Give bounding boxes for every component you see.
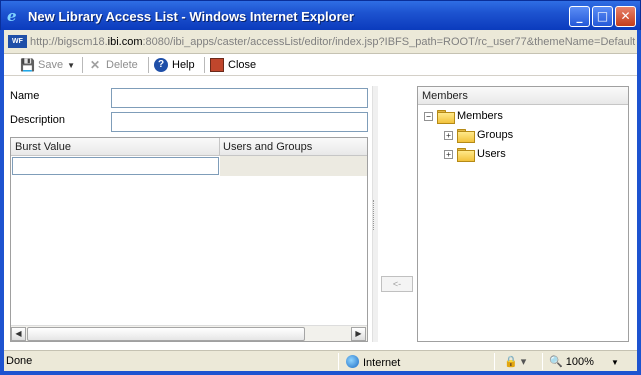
delete-label: Delete	[106, 59, 138, 71]
zoom-magnifier-icon: 🔍	[549, 356, 563, 368]
window-frame-left	[0, 30, 4, 375]
zone-indicator[interactable]: Internet	[346, 355, 400, 369]
toolbar-divider	[148, 57, 149, 73]
move-to-list-button[interactable]: <-	[381, 276, 413, 292]
burst-value-cell[interactable]	[12, 157, 219, 175]
table-row	[11, 156, 367, 176]
url-domain: ibi.com	[107, 36, 143, 48]
delete-x-icon: ✕	[89, 58, 101, 72]
address-bar[interactable]: WF http://bigscm18.ibi.com:8080/ibi_apps…	[4, 30, 637, 54]
title-bar: e New Library Access List - Windows Inte…	[0, 0, 641, 30]
status-divider	[494, 353, 495, 370]
status-text: Done	[6, 355, 33, 367]
burst-grid: Burst Value Users and Groups ◀ ▶	[10, 137, 368, 342]
help-question-icon: ?	[154, 58, 168, 72]
save-button[interactable]: 💾 Save ▼	[20, 57, 75, 73]
zoom-level: 100%	[565, 356, 594, 368]
delete-button[interactable]: ✕ Delete	[88, 57, 138, 73]
close-window-button[interactable]: ✕	[615, 6, 636, 27]
exit-door-icon	[210, 58, 224, 72]
save-label: Save	[38, 59, 64, 71]
globe-icon	[346, 355, 359, 368]
tree-node-label: Users	[477, 148, 506, 160]
grid-header: Burst Value Users and Groups	[11, 138, 367, 156]
tree-node-users[interactable]: + Users	[444, 148, 506, 162]
ie-logo-icon: e	[7, 7, 17, 25]
help-label: Help	[172, 59, 195, 71]
folder-icon	[457, 129, 475, 143]
minimize-button[interactable]: _	[569, 6, 590, 27]
horizontal-scrollbar[interactable]: ◀ ▶	[11, 325, 367, 341]
members-panel: Members − Members + Groups + Users	[417, 86, 629, 342]
floppy-disk-icon: 💾	[20, 58, 35, 72]
tree-node-label: Groups	[477, 129, 514, 141]
scroll-left-icon[interactable]: ◀	[11, 327, 26, 341]
toolbar-divider	[82, 57, 83, 73]
name-input[interactable]	[111, 88, 368, 108]
members-header: Members	[418, 87, 628, 105]
folder-open-icon	[437, 110, 455, 124]
column-header-burst-value[interactable]: Burst Value	[15, 141, 71, 153]
status-divider	[338, 353, 339, 370]
tree-node-groups[interactable]: + Groups	[444, 129, 514, 143]
protected-mode-icon[interactable]: 🔒 ▾	[504, 355, 526, 368]
status-divider	[542, 353, 543, 370]
zoom-control[interactable]: 🔍 100% ▼	[549, 355, 619, 368]
collapse-icon[interactable]: −	[424, 111, 433, 121]
zone-label: Internet	[363, 357, 401, 369]
close-button[interactable]: Close	[210, 57, 256, 73]
column-header-users-groups[interactable]: Users and Groups	[223, 141, 312, 153]
tree-node-label: Members	[457, 110, 503, 122]
webfocus-favicon-icon: WF	[8, 35, 27, 48]
status-bar: Done Internet 🔒 ▾ 🔍 100% ▼	[4, 350, 637, 371]
description-input[interactable]	[111, 112, 368, 132]
description-label: Description	[10, 114, 66, 126]
chevron-down-icon[interactable]: ▼	[67, 61, 75, 70]
chevron-down-icon[interactable]: ▼	[611, 358, 619, 367]
expand-icon[interactable]: +	[444, 130, 453, 140]
help-button[interactable]: ? Help	[154, 57, 195, 73]
window-frame-right	[637, 30, 641, 375]
scroll-thumb[interactable]	[27, 327, 305, 341]
users-groups-cell[interactable]	[220, 156, 367, 176]
column-divider[interactable]	[219, 138, 220, 156]
splitter-grip-icon[interactable]	[373, 200, 376, 230]
scroll-right-icon[interactable]: ▶	[351, 327, 366, 341]
toolbar-divider	[204, 57, 205, 73]
name-label: Name	[10, 90, 40, 102]
folder-icon	[457, 148, 475, 162]
url-prefix: http://bigscm18.	[30, 36, 108, 48]
expand-icon[interactable]: +	[444, 149, 453, 159]
address-url[interactable]: http://bigscm18.ibi.com:8080/ibi_apps/ca…	[30, 36, 635, 48]
close-label: Close	[228, 59, 257, 71]
app-toolbar: 💾 Save ▼ ✕ Delete ? Help Close	[4, 54, 637, 76]
url-suffix: :8080/ibi_apps/caster/accessList/editor/…	[142, 36, 636, 48]
tree-node-members[interactable]: − Members	[424, 110, 503, 124]
window-title: New Library Access List - Windows Intern…	[28, 9, 354, 24]
maximize-button[interactable]: □	[592, 6, 613, 27]
window-frame-bottom	[0, 371, 641, 375]
